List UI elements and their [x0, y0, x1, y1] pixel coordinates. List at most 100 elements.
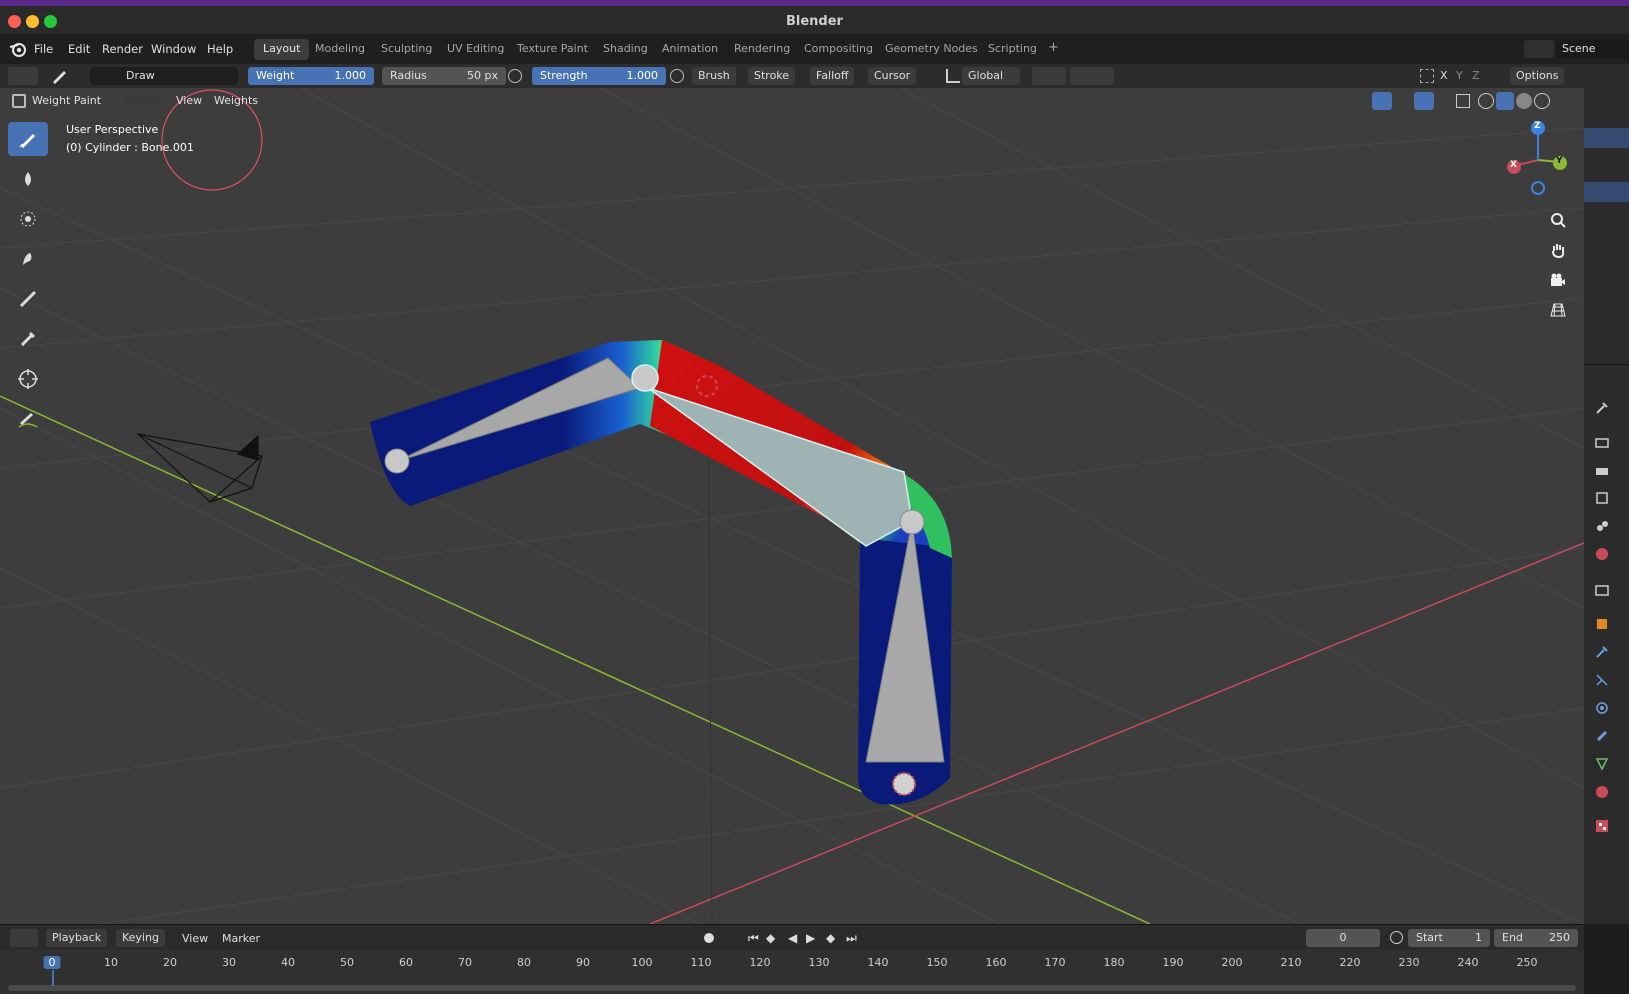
- menu-edit[interactable]: Edit: [68, 42, 90, 56]
- tab-rendering[interactable]: Rendering: [725, 39, 799, 60]
- tab-texture-paint[interactable]: Texture Paint: [508, 39, 597, 60]
- timeline-scrollbar[interactable]: [8, 985, 1576, 991]
- particles-icon[interactable]: [1592, 670, 1612, 690]
- cursor-dropdown[interactable]: Cursor: [868, 67, 917, 85]
- radius-field[interactable]: Radius 50 px: [382, 67, 506, 85]
- modifier-icon[interactable]: [1592, 642, 1612, 662]
- annotate-tool[interactable]: [8, 402, 48, 436]
- material-shading-icon[interactable]: [1516, 93, 1532, 109]
- timer-icon[interactable]: [1390, 931, 1403, 944]
- zoom-icon[interactable]: [1544, 206, 1572, 234]
- falloff-dropdown[interactable]: Falloff: [810, 67, 855, 85]
- scene-selector-icon[interactable]: [1524, 40, 1554, 58]
- brush-name-field[interactable]: Draw: [118, 67, 238, 85]
- end-frame-field[interactable]: End 250: [1494, 929, 1578, 947]
- start-frame-field[interactable]: Start 1: [1408, 929, 1490, 947]
- tab-modeling[interactable]: Modeling: [306, 39, 374, 60]
- record-icon[interactable]: [704, 933, 714, 943]
- gizmo-toggle-icon[interactable]: [1372, 92, 1392, 110]
- tab-scripting[interactable]: Scripting: [979, 39, 1046, 60]
- tab-compositing[interactable]: Compositing: [795, 39, 882, 60]
- blender-logo-icon[interactable]: [9, 41, 27, 60]
- gizmo-z-label[interactable]: Z: [1534, 121, 1541, 131]
- play-icon[interactable]: ▶: [806, 931, 815, 945]
- physics-icon[interactable]: [1592, 698, 1612, 718]
- visibility-icon[interactable]: [1334, 92, 1360, 110]
- sample-weight-tool[interactable]: [8, 322, 48, 356]
- data-icon[interactable]: [1592, 754, 1612, 774]
- editor-type-icon[interactable]: [8, 67, 38, 85]
- object-icon[interactable]: [1592, 614, 1612, 634]
- world-icon[interactable]: [1592, 544, 1612, 564]
- scene-name-field[interactable]: Scene: [1556, 40, 1629, 58]
- radius-pressure-icon[interactable]: [508, 69, 522, 83]
- view-layer-icon[interactable]: [1592, 488, 1612, 508]
- add-workspace-button[interactable]: +: [1042, 39, 1065, 60]
- jump-start-icon[interactable]: ⏮: [748, 931, 759, 946]
- brush-tool-icon[interactable]: [50, 67, 70, 85]
- jump-end-icon[interactable]: ⏭: [846, 931, 857, 946]
- strength-pressure-icon[interactable]: [670, 69, 684, 83]
- outliner-active-row[interactable]: [1584, 182, 1629, 202]
- snap-icon[interactable]: [1070, 67, 1114, 85]
- menu-help[interactable]: Help: [207, 42, 233, 56]
- camera-view-icon[interactable]: [1544, 266, 1572, 294]
- stroke-dropdown[interactable]: Stroke: [748, 67, 796, 85]
- timeline-ruler[interactable]: 0 10 20 30 40 50 60 70 80 90 100 110 120 130 140 150 160…: [0, 950, 1584, 994]
- texture-icon[interactable]: [1592, 816, 1612, 836]
- mirror-z-toggle[interactable]: Z: [1472, 69, 1480, 82]
- transform-orientation-icon[interactable]: [946, 69, 960, 83]
- menu-file[interactable]: File: [34, 42, 53, 56]
- mirror-y-toggle[interactable]: Y: [1456, 69, 1463, 82]
- overlay-toggle-icon[interactable]: [1414, 92, 1434, 110]
- timeline-menu-view[interactable]: View: [182, 932, 208, 945]
- gizmo-y-label[interactable]: Y: [1556, 156, 1563, 166]
- weight-field[interactable]: Weight 1.000: [248, 67, 374, 85]
- xray-toggle-icon[interactable]: [1456, 94, 1470, 108]
- timeline-menu-marker[interactable]: Marker: [222, 932, 260, 945]
- viewport-menu-weights[interactable]: Weights: [214, 94, 258, 107]
- tab-layout[interactable]: Layout: [254, 39, 310, 60]
- menu-window[interactable]: Window: [151, 42, 196, 56]
- draw-tool[interactable]: [8, 122, 48, 156]
- rendered-shading-icon[interactable]: [1534, 93, 1550, 109]
- orientation-dropdown[interactable]: Global: [962, 67, 1020, 85]
- tab-animation[interactable]: Animation: [653, 39, 727, 60]
- tab-shading[interactable]: Shading: [594, 39, 657, 60]
- timeline-editor-icon[interactable]: [10, 929, 38, 947]
- brush-preview-icon[interactable]: [90, 67, 118, 85]
- brush-dropdown[interactable]: Brush: [692, 67, 736, 85]
- tool-icon[interactable]: [1592, 398, 1612, 418]
- playback-dropdown[interactable]: Playback: [46, 929, 108, 947]
- strength-field[interactable]: Strength 1.000: [532, 67, 666, 85]
- select-mode-icon[interactable]: [124, 92, 160, 110]
- scene-icon[interactable]: [1592, 516, 1612, 536]
- collection-icon[interactable]: [1592, 580, 1612, 600]
- gradient-tool[interactable]: [8, 282, 48, 316]
- solid-shading-icon[interactable]: [1496, 92, 1514, 110]
- current-frame-field[interactable]: 0: [1306, 929, 1380, 947]
- menu-render[interactable]: Render: [102, 42, 143, 56]
- tab-geometry-nodes[interactable]: Geometry Nodes: [876, 39, 987, 60]
- prev-keyframe-icon[interactable]: ◆: [766, 931, 775, 945]
- 3d-viewport[interactable]: Weight Paint View Weights User Perspecti…: [0, 88, 1584, 924]
- render-icon[interactable]: [1592, 432, 1612, 452]
- pivot-icon[interactable]: [1032, 67, 1066, 85]
- mirror-icon[interactable]: [1420, 69, 1434, 83]
- tab-uv-editing[interactable]: UV Editing: [438, 39, 513, 60]
- play-reverse-icon[interactable]: ◀: [788, 931, 797, 945]
- blur-tool[interactable]: [8, 162, 48, 196]
- interaction-mode-dropdown[interactable]: Weight Paint: [32, 94, 101, 107]
- wireframe-shading-icon[interactable]: [1478, 93, 1494, 109]
- smear-tool[interactable]: [8, 242, 48, 276]
- pan-hand-icon[interactable]: [1544, 236, 1572, 264]
- gizmo-x-label[interactable]: X: [1510, 160, 1517, 170]
- tab-sculpting[interactable]: Sculpting: [372, 39, 441, 60]
- cursor-tool[interactable]: [8, 362, 48, 396]
- viewport-menu-view[interactable]: View: [176, 94, 202, 107]
- current-frame-marker[interactable]: 0: [43, 956, 61, 969]
- material-icon[interactable]: [1592, 782, 1612, 802]
- ortho-grid-icon[interactable]: [1544, 296, 1572, 324]
- keying-dropdown[interactable]: Keying: [116, 929, 165, 947]
- constraints-icon[interactable]: [1592, 726, 1612, 746]
